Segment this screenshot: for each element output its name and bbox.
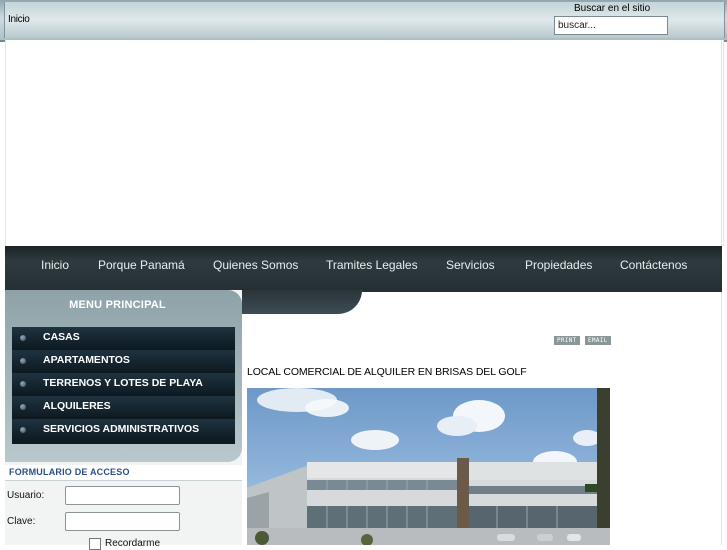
search-input[interactable] bbox=[554, 16, 668, 35]
menu-item-alquileres[interactable]: ALQUILERES bbox=[12, 396, 235, 418]
content-top-edge bbox=[362, 290, 722, 292]
bullet-icon bbox=[20, 427, 26, 433]
login-form-title: FORMULARIO DE ACCESO bbox=[9, 467, 130, 477]
username-label: Usuario: bbox=[7, 490, 45, 501]
breadcrumb[interactable]: Inicio bbox=[8, 14, 30, 25]
menu-item-label: APARTAMENTOS bbox=[43, 354, 130, 366]
password-label: Clave: bbox=[7, 516, 36, 527]
nav-item-propiedades[interactable]: Propiedades bbox=[525, 258, 592, 272]
password-input[interactable] bbox=[65, 512, 180, 531]
menu-item-label: SERVICIOS ADMINISTRATIVOS bbox=[43, 423, 200, 435]
menu-item-label: CASAS bbox=[43, 331, 80, 343]
email-button[interactable]: EMAIL bbox=[585, 336, 611, 345]
menu-item-terrenos[interactable]: TERRENOS Y LOTES DE PLAYA bbox=[12, 373, 235, 395]
remember-checkbox[interactable] bbox=[89, 538, 101, 550]
login-form-header: FORMULARIO DE ACCESO bbox=[5, 465, 242, 481]
bullet-icon bbox=[20, 404, 26, 410]
top-bar: Inicio Buscar en el sitio bbox=[0, 0, 727, 42]
menu-item-servicios-administrativos[interactable]: SERVICIOS ADMINISTRATIVOS bbox=[12, 419, 235, 441]
property-photo bbox=[247, 388, 610, 545]
main-menu-title: MENU PRINCIPAL bbox=[69, 299, 166, 311]
article-title: LOCAL COMERCIAL DE ALQUILER EN BRISAS DE… bbox=[247, 366, 527, 378]
username-input[interactable] bbox=[65, 486, 180, 505]
nav-item-porque-panama[interactable]: Porque Panamá bbox=[98, 258, 185, 272]
page-right-border bbox=[721, 40, 722, 545]
main-nav: Inicio Porque Panamá Quienes Somos Trami… bbox=[5, 246, 722, 290]
nav-item-tramites-legales[interactable]: Tramites Legales bbox=[326, 258, 418, 272]
menu-item-apartamentos[interactable]: APARTAMENTOS bbox=[12, 350, 235, 372]
left-sidebar: MENU PRINCIPAL CASAS APARTAMENTOS TERREN… bbox=[5, 290, 242, 550]
menu-item-label: TERRENOS Y LOTES DE PLAYA bbox=[43, 377, 203, 389]
nav-item-inicio[interactable]: Inicio bbox=[41, 258, 69, 272]
print-button[interactable]: PRINT bbox=[554, 336, 580, 345]
search-label: Buscar en el sitio bbox=[574, 3, 651, 14]
banner-area bbox=[5, 40, 724, 246]
menu-item-casas[interactable]: CASAS bbox=[12, 327, 235, 349]
main-menu-panel: MENU PRINCIPAL CASAS APARTAMENTOS TERREN… bbox=[5, 290, 242, 462]
bullet-icon bbox=[20, 381, 26, 387]
main-menu-list: CASAS APARTAMENTOS TERRENOS Y LOTES DE P… bbox=[12, 327, 235, 444]
menu-item-label: ALQUILERES bbox=[43, 400, 111, 412]
bullet-icon bbox=[20, 335, 26, 341]
content-tab-decoration bbox=[242, 290, 362, 314]
nav-item-servicios[interactable]: Servicios bbox=[446, 258, 495, 272]
bullet-icon bbox=[20, 358, 26, 364]
remember-label: Recordarme bbox=[105, 538, 161, 549]
nav-item-contactenos[interactable]: Contáctenos bbox=[620, 258, 687, 272]
building-image bbox=[247, 388, 610, 545]
nav-item-quienes-somos[interactable]: Quienes Somos bbox=[213, 258, 298, 272]
